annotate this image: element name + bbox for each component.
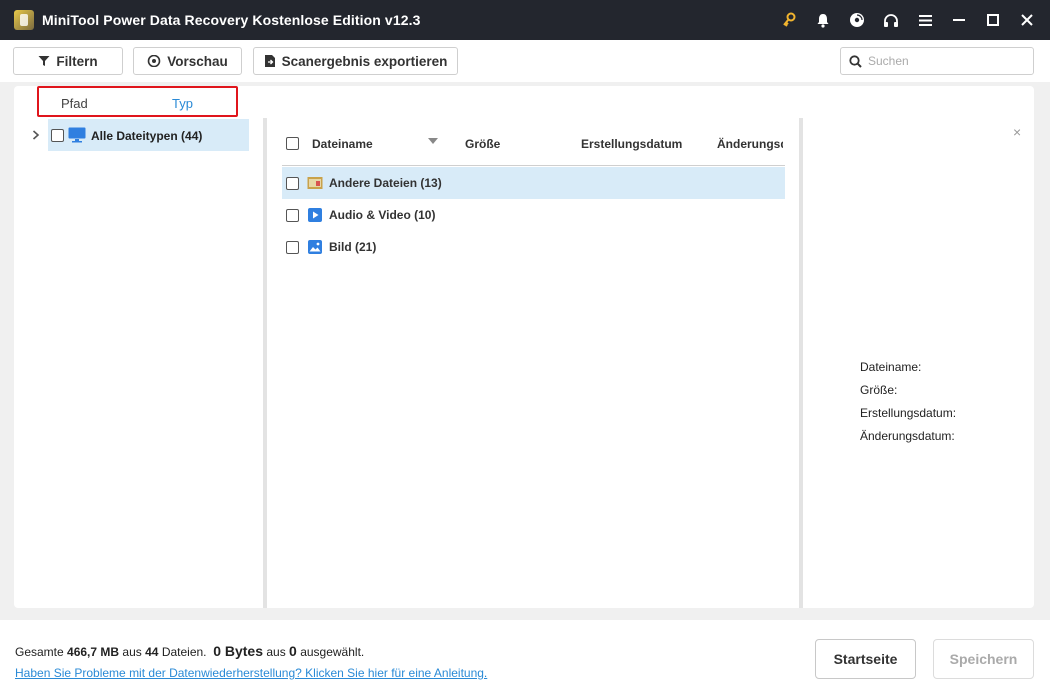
preview-button-label: Vorschau bbox=[167, 53, 228, 69]
column-filename[interactable]: Dateiname bbox=[312, 137, 373, 151]
summary-prefix: Gesamte bbox=[15, 645, 64, 659]
column-size[interactable]: Größe bbox=[465, 137, 500, 151]
list-item[interactable]: Andere Dateien (13) bbox=[282, 167, 785, 199]
summary-files-label: Dateien. bbox=[161, 645, 207, 659]
selected-size: 0 Bytes bbox=[213, 643, 263, 659]
panel-divider[interactable] bbox=[799, 118, 803, 608]
image-icon bbox=[308, 240, 322, 254]
sort-down-icon[interactable] bbox=[428, 138, 438, 144]
filter-button[interactable]: Filtern bbox=[13, 47, 123, 75]
list-item[interactable]: Audio & Video (10) bbox=[282, 199, 785, 231]
app-logo-icon bbox=[14, 10, 34, 30]
toolbar: Filtern Vorschau Scanergebnis exportiere… bbox=[0, 40, 1050, 82]
list-item-label: Audio & Video (10) bbox=[329, 208, 436, 222]
row-checkbox[interactable] bbox=[286, 240, 299, 254]
summary-of: aus bbox=[122, 645, 142, 659]
disc-icon[interactable] bbox=[840, 0, 874, 40]
help-link[interactable]: Haben Sie Probleme mit der Datenwiederhe… bbox=[15, 666, 487, 680]
select-all-checkbox[interactable] bbox=[286, 137, 299, 150]
chevron-right-icon[interactable] bbox=[32, 130, 40, 140]
home-button[interactable]: Startseite bbox=[815, 639, 916, 679]
selected-count: 0 bbox=[289, 643, 297, 659]
save-button[interactable]: Speichern bbox=[933, 639, 1034, 679]
list-item[interactable]: Bild (21) bbox=[282, 231, 785, 263]
list-header: Dateiname Größe Erstellungsdatum Änderun… bbox=[282, 118, 785, 166]
other-files-icon bbox=[307, 177, 323, 189]
search-input[interactable] bbox=[868, 54, 1018, 68]
list-item-label: Andere Dateien (13) bbox=[329, 176, 442, 190]
list-item-label: Bild (21) bbox=[329, 240, 377, 254]
detail-modified-label: Änderungsdatum: bbox=[860, 429, 955, 443]
column-modified[interactable]: Änderungsd bbox=[717, 137, 783, 151]
minimize-icon[interactable] bbox=[942, 0, 976, 40]
title-bar-controls bbox=[772, 0, 1050, 40]
row-checkbox[interactable] bbox=[286, 176, 299, 190]
headphones-icon[interactable] bbox=[874, 0, 908, 40]
title-bar: MiniTool Power Data Recovery Kostenlose … bbox=[0, 0, 1050, 40]
search-box[interactable] bbox=[840, 47, 1034, 75]
export-icon bbox=[264, 55, 275, 67]
column-created[interactable]: Erstellungsdatum bbox=[581, 137, 682, 151]
tab-highlight-box: Pfad Typ bbox=[37, 86, 238, 117]
tab-type[interactable]: Typ bbox=[172, 96, 193, 111]
footer: Gesamte 466,7 MB aus 44 Dateien. 0 Bytes… bbox=[0, 620, 1050, 700]
menu-icon[interactable] bbox=[908, 0, 942, 40]
tree-checkbox[interactable] bbox=[51, 129, 64, 142]
bell-icon[interactable] bbox=[806, 0, 840, 40]
tree-label: Alle Dateitypen (44) bbox=[91, 129, 203, 143]
detail-size-label: Größe: bbox=[860, 383, 898, 397]
search-icon bbox=[849, 54, 862, 68]
export-button-label: Scanergebnis exportieren bbox=[281, 53, 448, 69]
export-scan-result-button[interactable]: Scanergebnis exportieren bbox=[253, 47, 458, 75]
key-icon[interactable] bbox=[772, 0, 806, 40]
content-panel: Pfad Typ Alle Dateitypen (44) Dateiname … bbox=[14, 86, 1034, 608]
maximize-icon[interactable] bbox=[976, 0, 1010, 40]
summary-file-count: 44 bbox=[145, 645, 159, 659]
window-title: MiniTool Power Data Recovery Kostenlose … bbox=[42, 12, 421, 28]
eye-icon bbox=[147, 55, 161, 67]
summary-text: Gesamte 466,7 MB aus 44 Dateien. 0 Bytes… bbox=[15, 643, 364, 659]
filter-icon bbox=[38, 56, 50, 66]
preview-button[interactable]: Vorschau bbox=[133, 47, 242, 75]
panel-divider[interactable] bbox=[263, 118, 267, 608]
selected-label: ausgewählt. bbox=[300, 645, 365, 659]
monitor-icon bbox=[68, 127, 86, 143]
close-icon[interactable] bbox=[1010, 0, 1044, 40]
tab-path[interactable]: Pfad bbox=[61, 96, 88, 111]
selected-of: aus bbox=[266, 645, 286, 659]
filter-button-label: Filtern bbox=[56, 53, 98, 69]
row-checkbox[interactable] bbox=[286, 208, 299, 222]
summary-total-size: 466,7 MB bbox=[67, 645, 120, 659]
close-preview-icon[interactable]: × bbox=[1013, 124, 1021, 140]
detail-filename-label: Dateiname: bbox=[860, 360, 922, 374]
audio-video-icon bbox=[308, 208, 322, 222]
detail-created-label: Erstellungsdatum: bbox=[860, 406, 957, 420]
